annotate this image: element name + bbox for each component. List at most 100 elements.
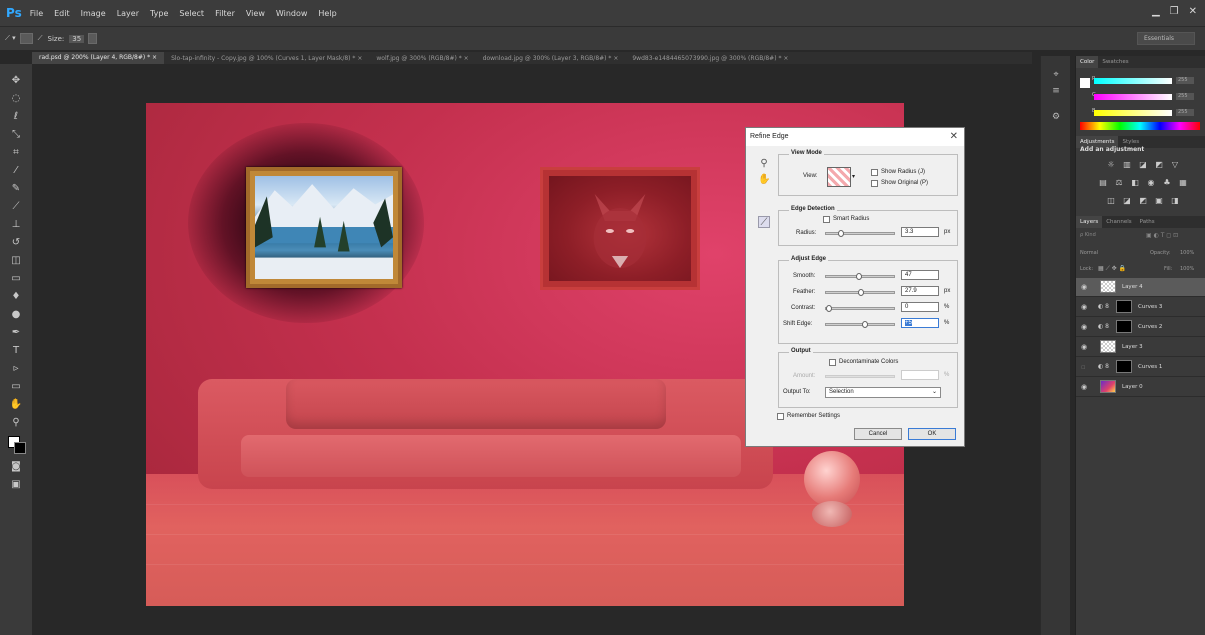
menu-layer[interactable]: Layer [117, 9, 139, 18]
remember-settings-checkbox[interactable] [777, 413, 784, 420]
blue-slider[interactable] [1094, 110, 1172, 116]
history-icon[interactable]: ⌖ [1049, 70, 1063, 82]
opacity-value[interactable]: 100% [1180, 250, 1194, 256]
subtract-icon[interactable]: ⟋ [38, 34, 43, 43]
exposure-icon[interactable]: ◩ [1154, 160, 1164, 169]
menu-filter[interactable]: Filter [215, 9, 235, 18]
feather-slider-knob[interactable] [858, 289, 864, 296]
curves-icon[interactable]: ◪ [1138, 160, 1148, 169]
smart-radius-checkbox[interactable] [823, 216, 830, 223]
history-brush-icon[interactable]: ↺ [8, 236, 24, 250]
properties-icon[interactable]: ≡ [1049, 86, 1063, 98]
background-color-swatch[interactable] [14, 442, 26, 454]
tab-layers[interactable]: Layers [1076, 216, 1103, 228]
marquee-tool-icon[interactable]: ◌ [8, 92, 24, 106]
view-mode-thumbnail[interactable] [827, 167, 851, 187]
show-original-checkbox[interactable] [871, 180, 878, 187]
layer-row-layer-3[interactable]: ◉ Layer 3 [1076, 338, 1205, 357]
doc-tab[interactable]: wolf.jpg @ 300% (RGB/8#) * × [369, 55, 475, 62]
shift-edge-slider-knob[interactable] [862, 321, 868, 328]
output-to-select[interactable]: Selection ⌄ [825, 387, 941, 398]
quick-mask-icon[interactable]: ◙ [8, 460, 24, 474]
move-tool-icon[interactable]: ✥ [8, 74, 24, 88]
smooth-slider-knob[interactable] [856, 273, 862, 280]
dialog-close-icon[interactable]: ✕ [950, 128, 958, 146]
menu-window[interactable]: Window [276, 9, 308, 18]
layer-row-curves-2[interactable]: ◉ ◐ 8 Curves 2 [1076, 318, 1205, 337]
path-select-icon[interactable]: ▹ [8, 362, 24, 376]
eye-icon[interactable]: ◉ [1081, 343, 1087, 351]
doc-tab[interactable]: Slo-tap-infinity - Copy.jpg @ 100% (Curv… [164, 55, 369, 62]
menu-file[interactable]: File [30, 9, 43, 18]
tab-paths[interactable]: Paths [1136, 219, 1159, 225]
feather-input[interactable]: 27.9 [901, 286, 939, 296]
healing-tool-icon[interactable]: ✎ [8, 182, 24, 196]
shift-edge-slider[interactable] [825, 321, 895, 328]
tab-color[interactable]: Color [1076, 56, 1099, 68]
color-spectrum[interactable] [1080, 122, 1200, 130]
blur-tool-icon[interactable]: ♦ [8, 290, 24, 304]
gradient-map-icon[interactable]: ▣ [1154, 196, 1164, 205]
blend-mode-select[interactable]: Normal [1080, 250, 1098, 256]
menu-type[interactable]: Type [150, 9, 168, 18]
cancel-button[interactable]: Cancel [854, 428, 902, 440]
tab-styles[interactable]: Styles [1118, 139, 1143, 145]
close-icon[interactable]: ✕ [1189, 6, 1197, 17]
lookup-icon[interactable]: ▦ [1178, 178, 1188, 187]
decontaminate-checkbox[interactable] [829, 359, 836, 366]
green-value[interactable]: 255 [1176, 93, 1194, 100]
blue-value[interactable]: 255 [1176, 109, 1194, 116]
levels-icon[interactable]: ▥ [1122, 160, 1132, 169]
smooth-slider[interactable] [825, 273, 895, 280]
lock-icons[interactable]: ▦ ⟋ ✥ 🔒 [1098, 265, 1126, 273]
stamp-tool-icon[interactable]: ⊥ [8, 218, 24, 232]
radius-slider-knob[interactable] [838, 230, 844, 237]
invert-icon[interactable]: ◫ [1106, 196, 1116, 205]
hand-icon[interactable]: ✋ [758, 174, 770, 186]
color-balance-icon[interactable]: ⚖ [1114, 178, 1124, 187]
radius-input[interactable]: 3.3 [901, 227, 939, 237]
menu-edit[interactable]: Edit [54, 9, 70, 18]
eraser-tool-icon[interactable]: ◫ [8, 254, 24, 268]
threshold-icon[interactable]: ◩ [1138, 196, 1148, 205]
size-value[interactable]: 35 [69, 34, 85, 43]
shift-edge-input[interactable]: +5 [901, 318, 939, 328]
doc-tab[interactable]: download.jpg @ 300% (Layer 3, RGB/8#) * … [476, 55, 626, 62]
photo-filter-icon[interactable]: ◉ [1146, 178, 1156, 187]
feather-slider[interactable] [825, 289, 895, 296]
red-slider[interactable] [1094, 78, 1172, 84]
layer-row-layer-0[interactable]: ◉ Layer 0 [1076, 378, 1205, 397]
green-slider[interactable] [1094, 94, 1172, 100]
refine-radius-brush-icon[interactable]: ⟋ [758, 216, 770, 228]
restore-icon[interactable]: ❐ [1170, 6, 1179, 17]
minimize-icon[interactable]: ▁ [1152, 6, 1160, 17]
menu-image[interactable]: Image [81, 9, 106, 18]
menu-view[interactable]: View [246, 9, 265, 18]
fg-color-swatch[interactable] [1080, 78, 1090, 88]
layer-row-curves-3[interactable]: ◉ ◐ 8 Curves 3 [1076, 298, 1205, 317]
pen-tool-icon[interactable]: ✒ [8, 326, 24, 340]
selective-color-icon[interactable]: ◨ [1170, 196, 1180, 205]
gradient-tool-icon[interactable]: ▭ [8, 272, 24, 286]
eye-icon[interactable]: ◉ [1081, 323, 1087, 331]
layer-row-layer-4[interactable]: ◉ Layer 4 [1076, 278, 1205, 297]
contrast-slider[interactable] [825, 305, 895, 312]
radius-slider[interactable] [825, 230, 895, 237]
filter-icons[interactable]: ▣ ◐ T ◻ ⊡ [1146, 232, 1178, 239]
bw-icon[interactable]: ◧ [1130, 178, 1140, 187]
menu-help[interactable]: Help [318, 9, 336, 18]
brush-tool-icon[interactable]: ⟋ [8, 200, 24, 214]
eyedropper-tool-icon[interactable]: ⁄ [8, 164, 24, 178]
quick-select-tool-icon[interactable]: ⤡ [8, 128, 24, 142]
doc-tab-active[interactable]: rad.psd @ 200% (Layer 4, RGB/8#) * × [32, 52, 165, 64]
ok-button[interactable]: OK [908, 428, 956, 440]
brush-tool-icon[interactable]: ⟋ ▾ [5, 34, 16, 43]
crop-tool-icon[interactable]: ⌗ [8, 146, 24, 160]
shape-tool-icon[interactable]: ▭ [8, 380, 24, 394]
fill-value[interactable]: 100% [1180, 266, 1194, 272]
type-tool-icon[interactable]: T [8, 344, 24, 358]
eye-icon[interactable]: ◉ [1081, 283, 1087, 291]
view-dropdown-icon[interactable]: ▾ [852, 173, 855, 180]
eye-icon[interactable]: ◉ [1081, 383, 1087, 391]
workspace-select[interactable]: Essentials [1137, 32, 1195, 45]
